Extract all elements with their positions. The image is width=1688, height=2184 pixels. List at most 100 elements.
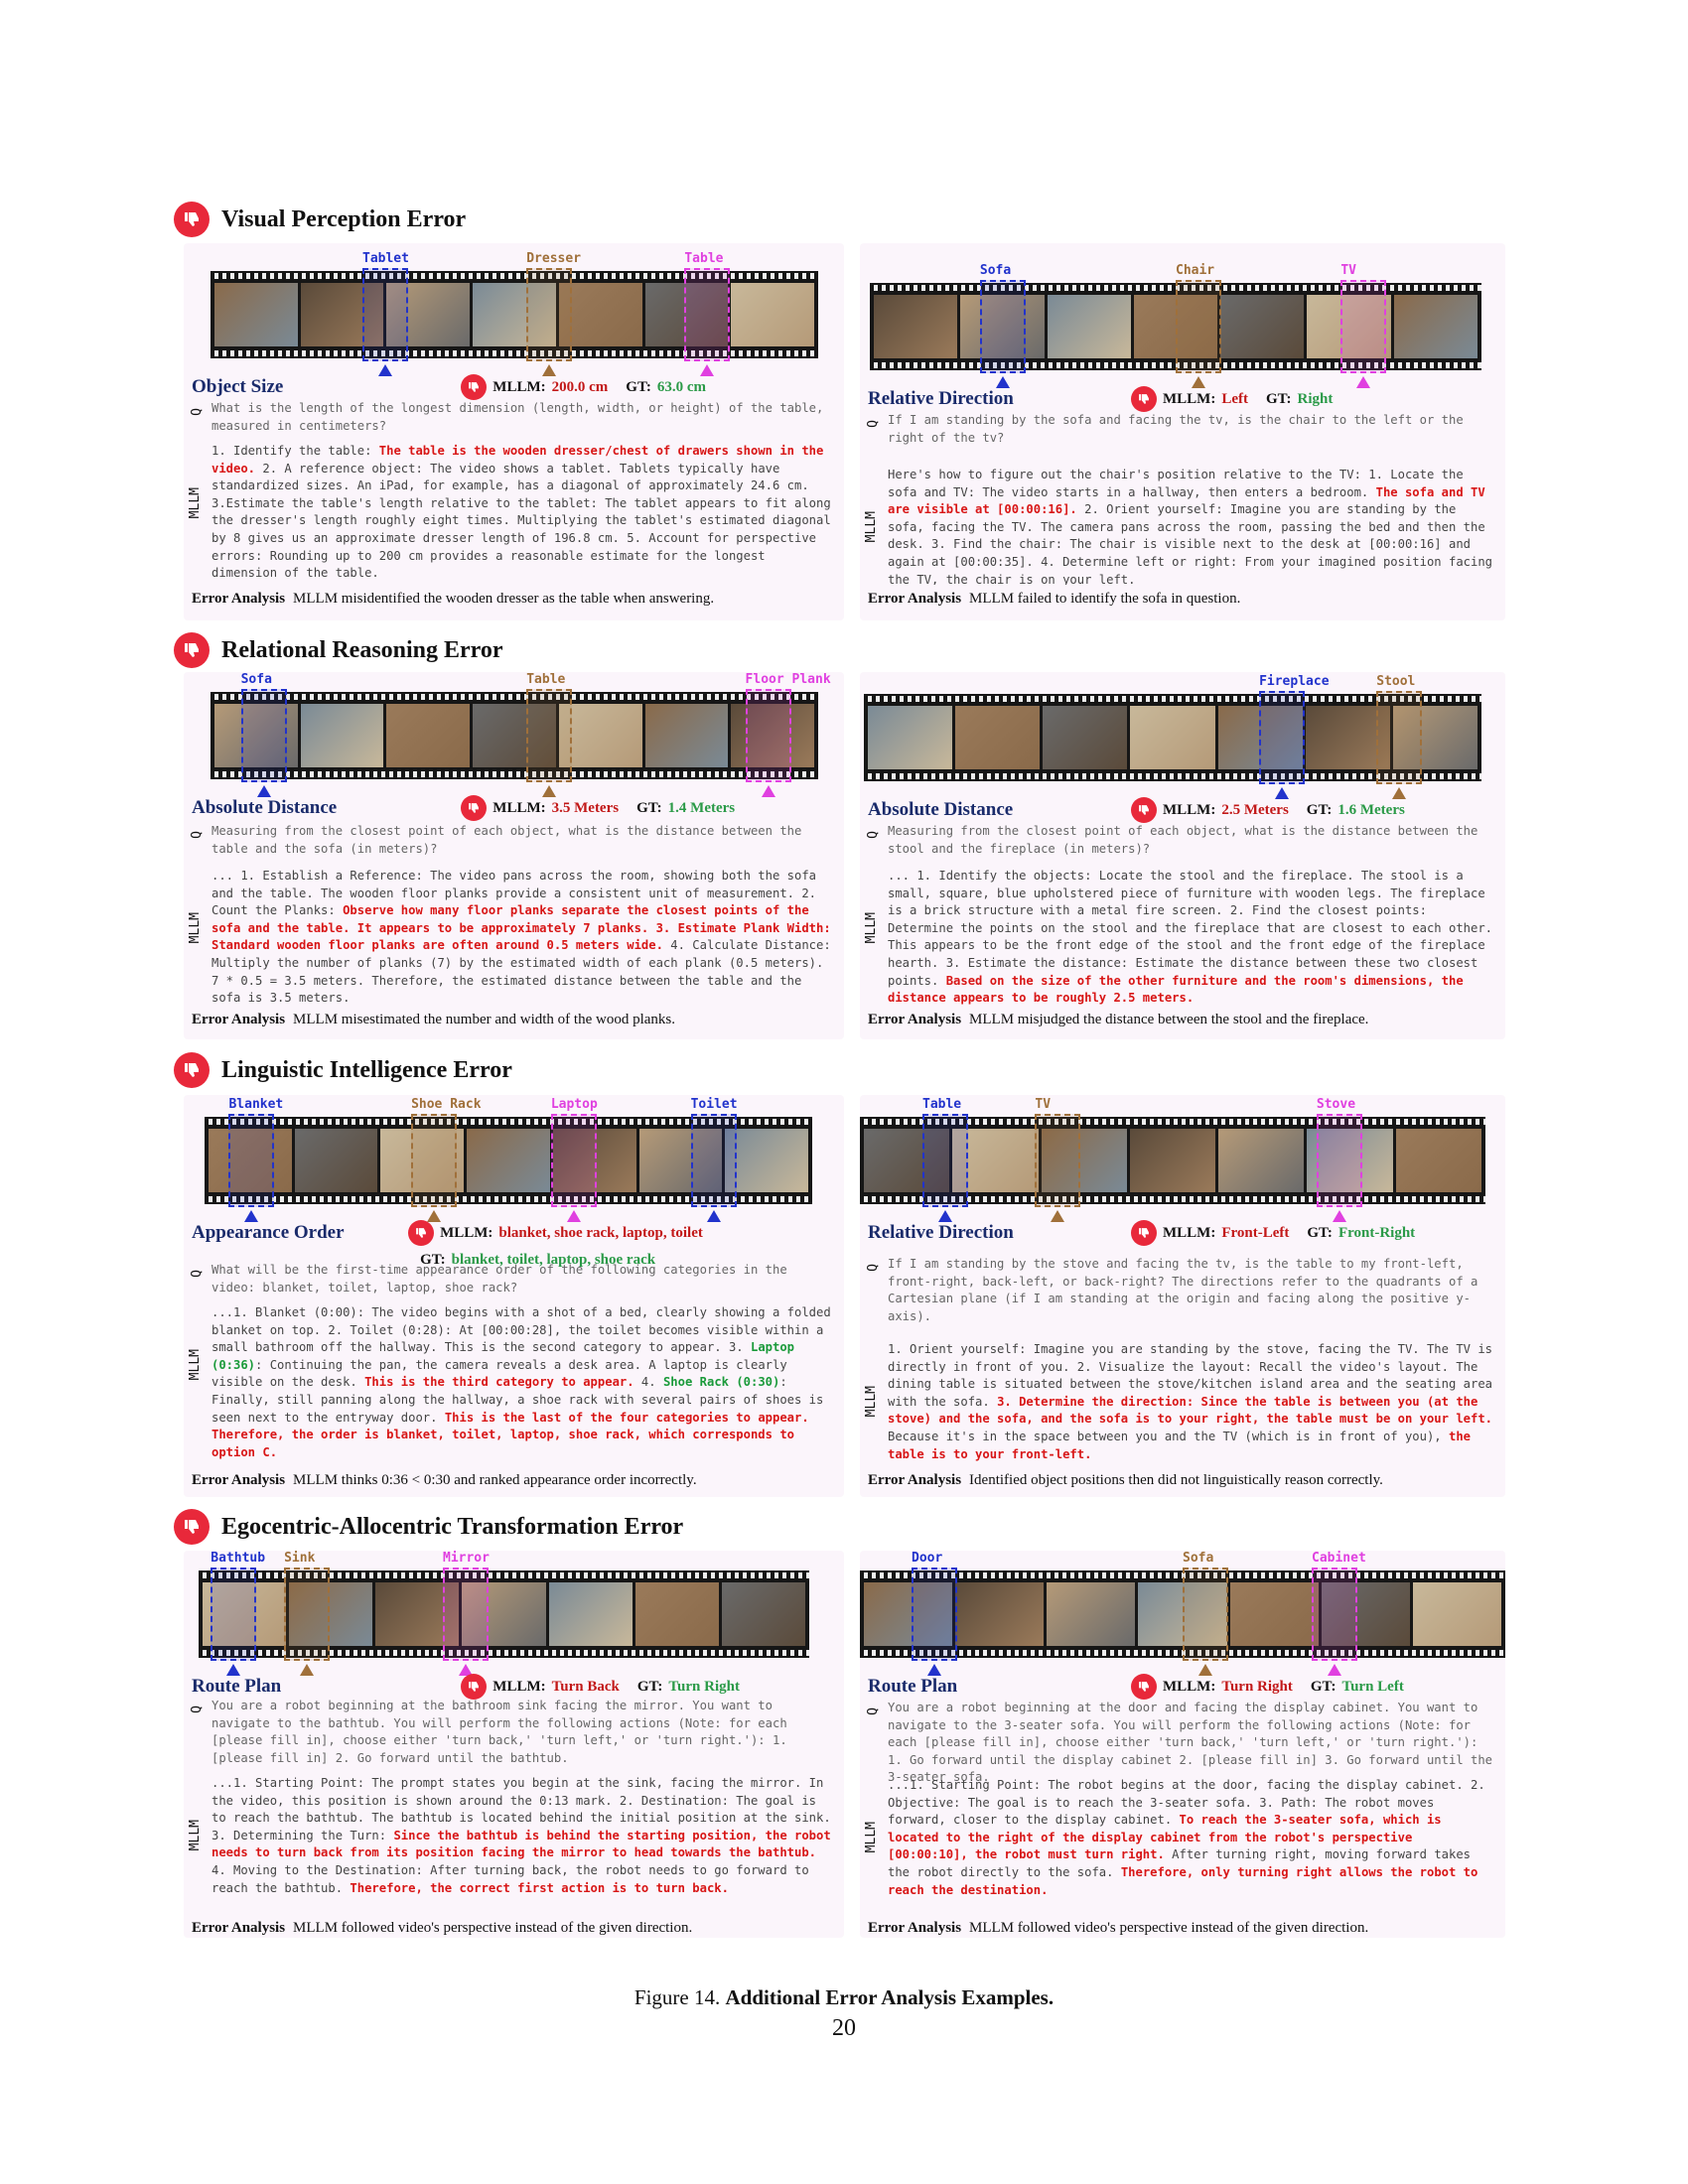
question-text: You are a robot beginning at the door an…	[888, 1701, 1493, 1785]
mllm-label: MLLM:	[492, 378, 546, 395]
error-analysis: Error Analysis MLLM thinks 0:36 < 0:30 an…	[192, 1472, 836, 1489]
error-analysis-text: MLLM misidentified the wooden dresser as…	[293, 591, 715, 607]
mllm-vs-gt-result: MLLM: Front-Left GT: Front-Right	[1131, 1220, 1415, 1246]
thumbs-down-icon	[174, 632, 210, 668]
error-analysis-label: Error Analysis	[868, 1012, 962, 1027]
highlighted-reasoning: This is the third category to appear.	[364, 1375, 634, 1390]
video-filmstrip	[205, 1117, 812, 1204]
object-marker-icon	[378, 364, 392, 376]
object-marker-icon	[995, 376, 1010, 388]
video-frame	[209, 1129, 292, 1192]
question-label: Q	[190, 831, 205, 839]
mllm-reasoning-text: ... 1. Identify the objects: Locate the …	[888, 868, 1493, 1006]
gt-label: GT:	[1265, 390, 1292, 407]
object-tag-label: Stove	[1316, 1097, 1356, 1112]
object-tag-label: Sofa	[979, 263, 1012, 278]
object-tag-label: Sofa	[240, 672, 272, 687]
section-title: Linguistic Intelligence Error	[221, 1056, 512, 1083]
thumbs-down-icon	[1131, 386, 1157, 412]
thumbs-down-icon	[461, 1674, 488, 1700]
error-analysis-text: MLLM failed to identify the sofa in ques…	[969, 591, 1241, 607]
mllm-label: MLLM:	[1163, 390, 1216, 407]
video-frame	[1133, 295, 1218, 358]
gt-answer: Right	[1297, 390, 1334, 407]
video-filmstrip	[870, 283, 1481, 370]
video-frame	[1229, 1582, 1319, 1646]
object-tag-label: Chair	[1176, 263, 1215, 278]
mllm-answer: Left	[1221, 390, 1248, 407]
mllm-label: MLLM:	[440, 1224, 493, 1241]
error-analysis: Error Analysis MLLM misidentified the woo…	[192, 591, 836, 608]
error-analysis-text: MLLM thinks 0:36 < 0:30 and ranked appea…	[293, 1472, 697, 1488]
video-frame	[960, 295, 1045, 358]
object-tag-label: Bathtub	[211, 1551, 266, 1566]
video-frame	[1217, 706, 1303, 769]
thumbs-down-icon	[1131, 797, 1157, 823]
object-tag-label: Shoe Rack	[411, 1097, 482, 1112]
thumbs-down-icon	[174, 202, 210, 237]
task-subtitle: Route Plan	[868, 1676, 958, 1697]
video-frame	[1392, 706, 1477, 769]
question-text: Measuring from the closest point of each…	[888, 824, 1478, 856]
thumbs-down-icon	[1131, 1674, 1157, 1700]
question-label: Q	[190, 1270, 205, 1278]
mllm-label: MLLM:	[1163, 801, 1216, 818]
video-frame	[552, 1129, 636, 1192]
mllm-vs-gt-result: MLLM: 200.0 cm GT: 63.0 cm	[461, 374, 706, 400]
object-marker-icon	[226, 1664, 241, 1676]
gt-label: GT:	[636, 1678, 663, 1695]
object-marker-icon	[927, 1664, 941, 1676]
mllm-reasoning-text: ... 1. Establish a Reference: The video …	[211, 868, 832, 1006]
video-filmstrip	[864, 694, 1481, 781]
mllm-vs-gt-result: MLLM: Left GT: Right	[1131, 386, 1333, 412]
section-title: Relational Reasoning Error	[221, 636, 503, 663]
video-frame	[375, 1582, 460, 1646]
object-tag-label: Table	[922, 1097, 962, 1112]
thumbs-down-icon	[408, 1220, 435, 1246]
error-analysis-text: MLLM misjudged the distance between the …	[969, 1012, 1369, 1027]
video-filmstrip	[211, 692, 818, 779]
object-tag-label: Blanket	[228, 1097, 284, 1112]
video-frame	[289, 1582, 373, 1646]
object-tag-label: Floor Plank	[745, 672, 831, 687]
video-frame	[731, 283, 815, 346]
object-tag-label: Tablet	[362, 251, 409, 266]
task-subtitle: Route Plan	[192, 1676, 282, 1697]
gt-label: GT:	[626, 378, 651, 395]
highlighted-reasoning: Shoe Rack (0:30)	[662, 1375, 780, 1390]
error-example-card: Tablet Dresser Table Object Size MLLM: 200.…	[184, 243, 844, 620]
video-frame	[634, 1582, 719, 1646]
gt-answer: 1.4 Meters	[667, 799, 736, 816]
error-example-card: Door Sofa Cabinet Route Plan MLLM: Turn Rig…	[860, 1551, 1505, 1938]
video-filmstrip	[860, 1570, 1505, 1658]
section-title: Visual Perception Error	[221, 205, 467, 232]
video-frame	[1043, 706, 1128, 769]
mllm-reasoning-text: ...1. Starting Point: The robot begins a…	[888, 1777, 1493, 1914]
video-frame	[1307, 295, 1391, 358]
video-filmstrip	[860, 1117, 1485, 1204]
video-filmstrip	[211, 271, 818, 358]
question-text: You are a robot beginning at the bathroo…	[211, 1699, 787, 1765]
video-frame	[955, 706, 1041, 769]
video-frame	[300, 283, 384, 346]
task-subtitle: Object Size	[192, 376, 284, 397]
video-frame	[731, 704, 815, 767]
question-label: Q	[866, 1707, 881, 1715]
mllm-answer-label: MLLM	[864, 511, 879, 543]
mllm-reasoning-text: 1. Orient yourself: Imagine you are stan…	[888, 1341, 1493, 1466]
highlighted-reasoning: Therefore, the correct first action is t…	[350, 1880, 729, 1895]
mllm-answer: Turn Right	[1221, 1678, 1293, 1695]
gt-answer: 1.6 Meters	[1337, 801, 1405, 818]
video-frame	[214, 283, 298, 346]
video-frame	[644, 283, 729, 346]
page-number: 20	[832, 2015, 856, 2041]
thumbs-down-icon	[461, 374, 488, 400]
video-frame	[558, 704, 642, 767]
mllm-vs-gt-result: MLLM: Turn Right GT: Turn Left	[1131, 1674, 1404, 1700]
gt-answer: Turn Right	[668, 1678, 740, 1695]
reasoning-segment: ...1. Blanket (0:00): The video begins w…	[211, 1305, 831, 1355]
reasoning-segment: Because it's in the space between you an…	[888, 1429, 1449, 1443]
mllm-answer-label: MLLM	[188, 912, 203, 944]
section-title: Egocentric-Allocentric Transformation Er…	[221, 1513, 684, 1540]
video-frame	[1047, 295, 1131, 358]
